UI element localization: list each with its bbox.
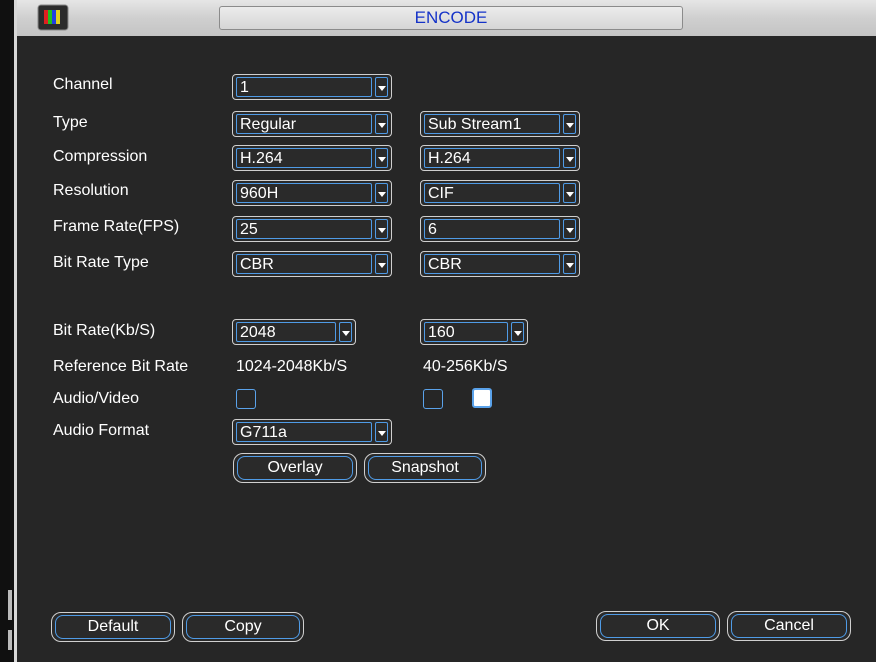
channel-label: Channel — [53, 76, 113, 93]
audio-format-dropdown[interactable]: G711a — [232, 419, 392, 445]
main-type-dropdown[interactable]: Regular — [232, 111, 392, 137]
audio-format-value: G711a — [236, 422, 372, 442]
cancel-button-label: Cancel — [731, 614, 847, 638]
sub-compression-dropdown[interactable]: H.264 — [420, 145, 580, 171]
sub-resolution-value: CIF — [424, 183, 560, 203]
chevron-down-icon[interactable] — [375, 254, 388, 274]
sub-reference-bit-rate: 40-256Kb/S — [423, 358, 508, 375]
sub-bit-rate-type-dropdown[interactable]: CBR — [420, 251, 580, 277]
main-resolution-dropdown[interactable]: 960H — [232, 180, 392, 206]
sub-resolution-dropdown[interactable]: CIF — [420, 180, 580, 206]
chevron-down-icon[interactable] — [375, 148, 388, 168]
sub-bit-rate-value: 160 — [424, 322, 508, 342]
sub-type-dropdown[interactable]: Sub Stream1 — [420, 111, 580, 137]
chevron-down-icon[interactable] — [563, 148, 576, 168]
snapshot-button-label: Snapshot — [368, 456, 482, 480]
chevron-down-icon[interactable] — [375, 422, 388, 442]
main-audio-video-checkbox[interactable] — [236, 389, 256, 409]
bit-rate-label: Bit Rate(Kb/S) — [53, 322, 156, 339]
window-title: ENCODE — [219, 6, 683, 30]
chevron-down-icon[interactable] — [375, 77, 388, 97]
edge-marker — [8, 630, 12, 650]
sub-compression-value: H.264 — [424, 148, 560, 168]
snapshot-button[interactable]: Snapshot — [364, 453, 486, 483]
channel-value: 1 — [236, 77, 372, 97]
color-bars-app-icon — [37, 4, 69, 31]
resolution-label: Resolution — [53, 182, 129, 199]
main-type-value: Regular — [236, 114, 372, 134]
type-label: Type — [53, 114, 88, 131]
reference-bit-rate-label: Reference Bit Rate — [53, 358, 189, 375]
title-bar: ENCODE — [17, 0, 876, 36]
main-frame-rate-value: 25 — [236, 219, 372, 239]
main-reference-bit-rate: 1024-2048Kb/S — [236, 358, 348, 375]
default-button-label: Default — [55, 615, 171, 639]
compression-label: Compression — [53, 148, 148, 165]
audio-format-label: Audio Format — [53, 422, 150, 439]
sub-video-checkbox[interactable] — [423, 389, 443, 409]
main-bit-rate-type-dropdown[interactable]: CBR — [232, 251, 392, 277]
main-bit-rate-value: 2048 — [236, 322, 336, 342]
encode-dialog: ENCODE Channel Type Compression Resoluti… — [14, 0, 876, 662]
overlay-button[interactable]: Overlay — [233, 453, 357, 483]
main-bit-rate-type-value: CBR — [236, 254, 372, 274]
copy-button[interactable]: Copy — [182, 612, 304, 642]
chevron-down-icon[interactable] — [563, 114, 576, 134]
sub-bit-rate-dropdown[interactable]: 160 — [420, 319, 528, 345]
main-resolution-value: 960H — [236, 183, 372, 203]
sub-type-value: Sub Stream1 — [424, 114, 560, 134]
sub-audio-checkbox[interactable] — [472, 388, 492, 408]
main-compression-value: H.264 — [236, 148, 372, 168]
sub-bit-rate-type-value: CBR — [424, 254, 560, 274]
main-bit-rate-dropdown[interactable]: 2048 — [232, 319, 356, 345]
main-frame-rate-dropdown[interactable]: 25 — [232, 216, 392, 242]
chevron-down-icon[interactable] — [563, 254, 576, 274]
sub-frame-rate-dropdown[interactable]: 6 — [420, 216, 580, 242]
sub-frame-rate-value: 6 — [424, 219, 560, 239]
chevron-down-icon[interactable] — [375, 219, 388, 239]
edge-marker — [8, 590, 12, 620]
ok-button-label: OK — [600, 614, 716, 638]
copy-button-label: Copy — [186, 615, 300, 639]
audio-video-label: Audio/Video — [53, 390, 139, 407]
chevron-down-icon[interactable] — [563, 183, 576, 203]
chevron-down-icon[interactable] — [375, 114, 388, 134]
cancel-button[interactable]: Cancel — [727, 611, 851, 641]
chevron-down-icon[interactable] — [511, 322, 524, 342]
chevron-down-icon[interactable] — [375, 183, 388, 203]
default-button[interactable]: Default — [51, 612, 175, 642]
chevron-down-icon[interactable] — [563, 219, 576, 239]
frame-rate-label: Frame Rate(FPS) — [53, 218, 180, 235]
ok-button[interactable]: OK — [596, 611, 720, 641]
chevron-down-icon[interactable] — [339, 322, 352, 342]
channel-dropdown[interactable]: 1 — [232, 74, 392, 100]
overlay-button-label: Overlay — [237, 456, 353, 480]
main-compression-dropdown[interactable]: H.264 — [232, 145, 392, 171]
left-edge-strip — [0, 0, 14, 662]
bit-rate-type-label: Bit Rate Type — [53, 254, 149, 271]
